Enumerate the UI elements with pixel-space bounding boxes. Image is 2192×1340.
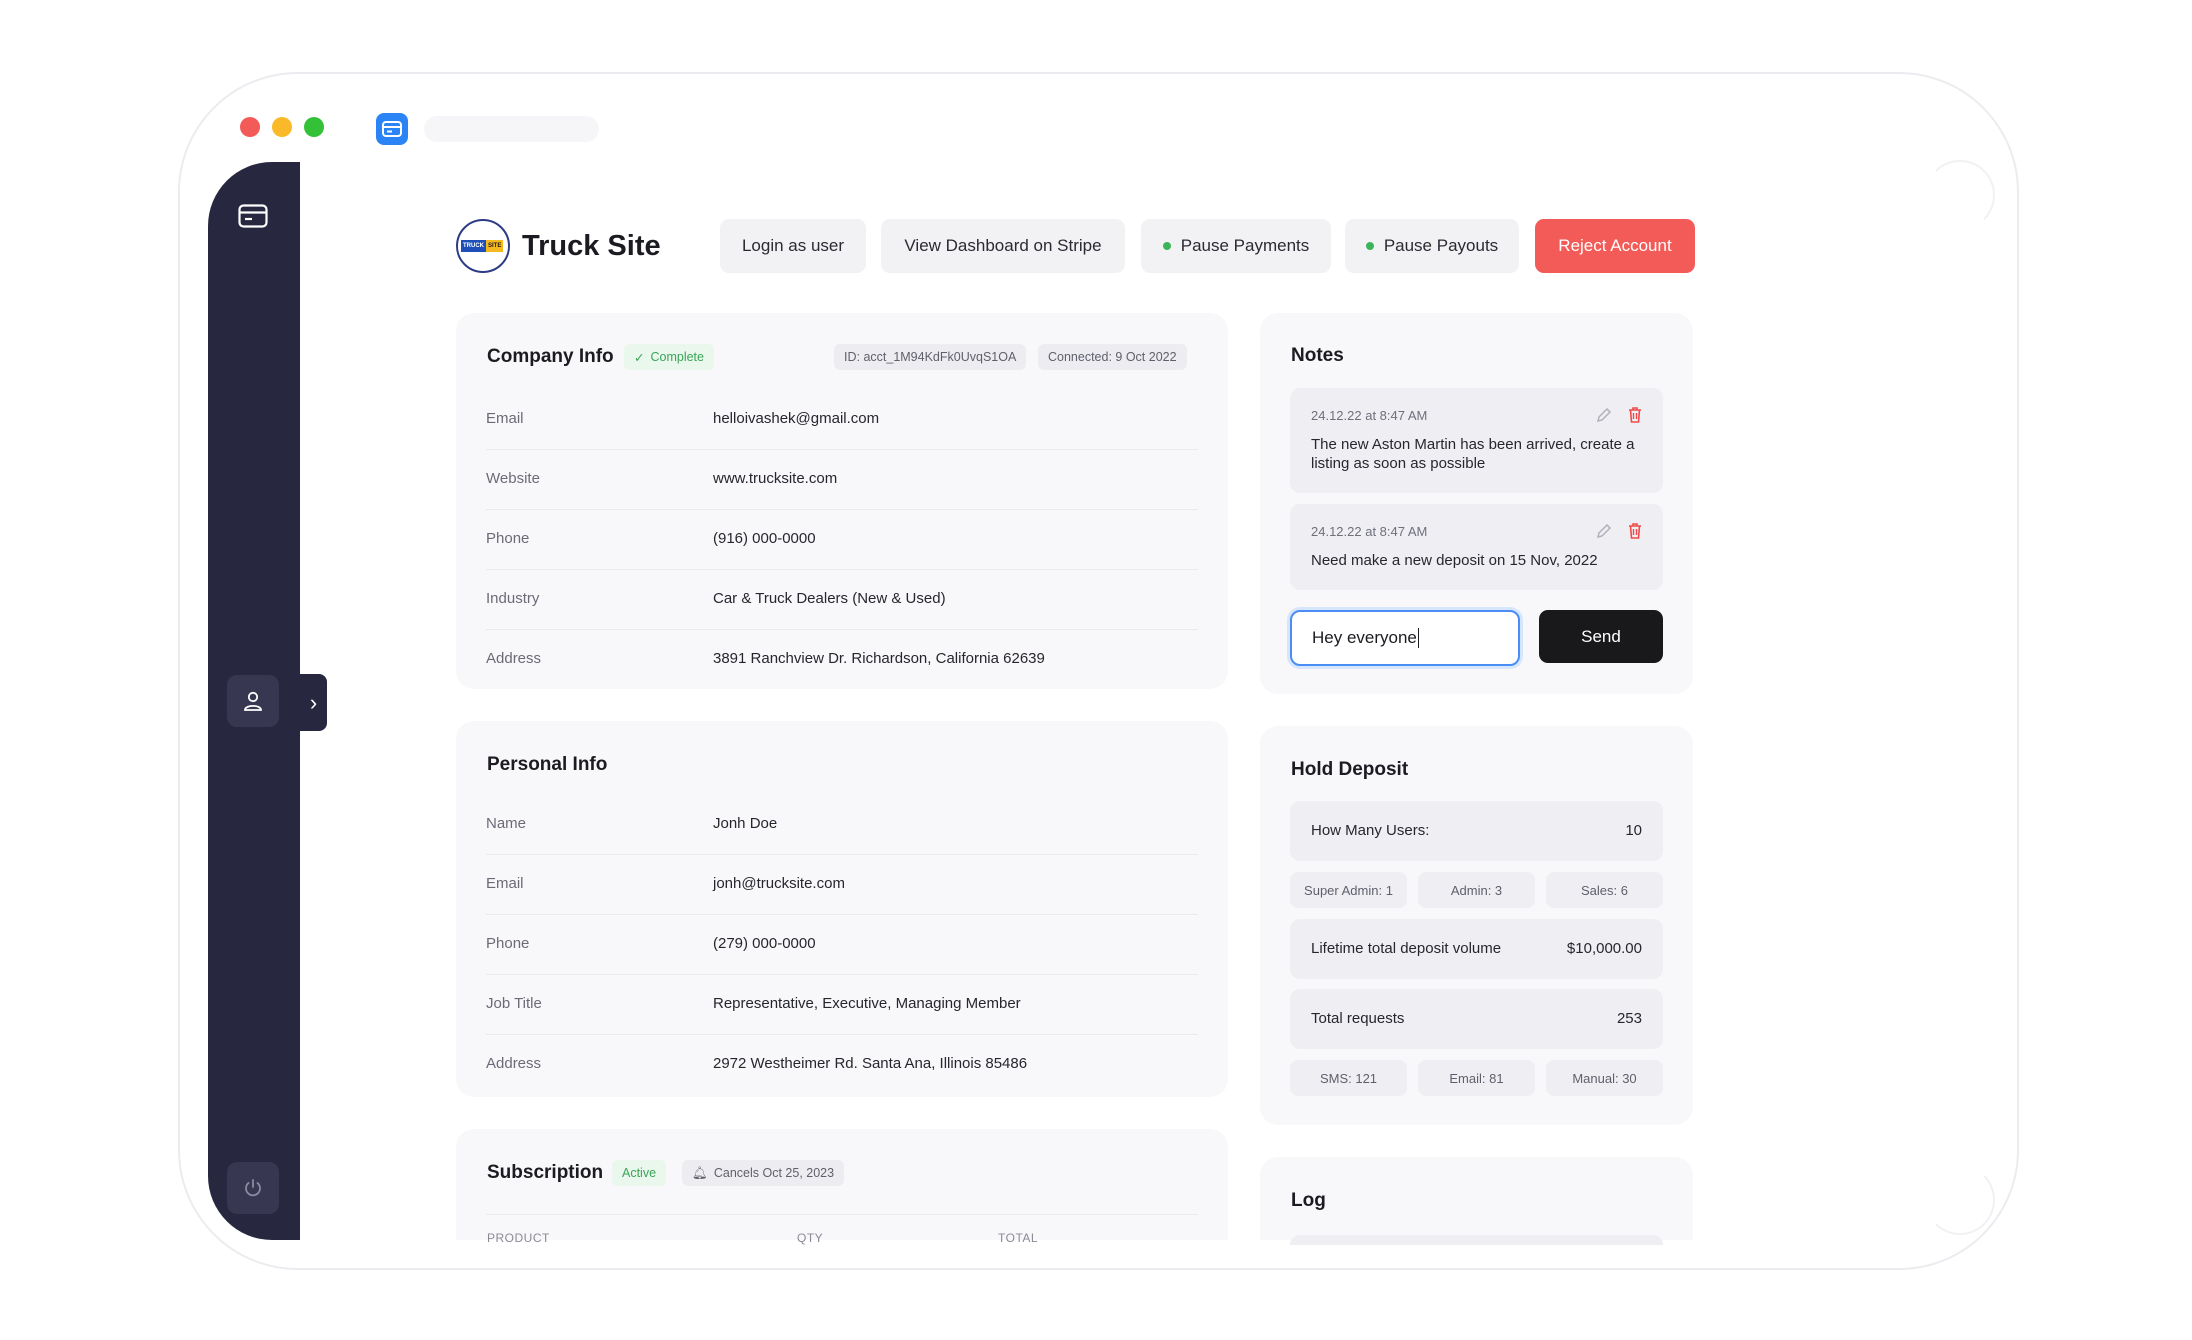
user-icon	[244, 691, 262, 711]
check-icon: ✓	[634, 350, 645, 365]
login-as-user-button[interactable]: Login as user	[720, 219, 866, 273]
personal-info-card: Personal Info Name Jonh Doe Email jonh@tru…	[456, 721, 1228, 1097]
info-row: Address 2972 Westheimer Rd. Santa Ana, Il…	[486, 1055, 1028, 1072]
status-badge: ✓ Complete	[624, 344, 714, 370]
note-text: Need make a new deposit on 15 Nov, 2022	[1311, 552, 1598, 569]
account-id-badge: ID: acct_1M94KdFk0UvqS1OA	[834, 344, 1027, 370]
log-entry	[1290, 1235, 1663, 1245]
notes-title: Notes	[1291, 345, 1344, 366]
send-note-button[interactable]: Send	[1539, 610, 1663, 663]
channel-count-chip: SMS: 121	[1290, 1060, 1407, 1096]
reject-account-button[interactable]: Reject Account	[1535, 219, 1695, 273]
wallet-icon[interactable]	[238, 204, 268, 233]
subscription-card: Subscription Active 🔔︎ Cancels Oct 25, 20…	[456, 1129, 1228, 1240]
window-minimize-button[interactable]	[272, 117, 292, 137]
note-input[interactable]: Hey everyone	[1290, 610, 1520, 666]
logout-button[interactable]	[227, 1162, 279, 1214]
subscription-status-badge: Active	[612, 1160, 667, 1186]
bell-icon: 🔔︎	[692, 1165, 708, 1180]
log-title: Log	[1291, 1190, 1326, 1211]
note-item: 24.12.22 at 8:47 AM The new Aston Martin…	[1290, 388, 1663, 493]
info-row: Website www.trucksite.com	[486, 450, 1198, 510]
info-row: Industry Car & Truck Dealers (New & Used)	[486, 570, 1198, 630]
info-row: Name Jonh Doe	[486, 795, 1198, 855]
connected-date-badge: Connected: 9 Oct 2022	[1038, 344, 1187, 370]
view-stripe-dashboard-button[interactable]: View Dashboard on Stripe	[881, 219, 1125, 273]
note-timestamp: 24.12.22 at 8:47 AM	[1311, 408, 1428, 423]
channel-count-chip: Email: 81	[1418, 1060, 1535, 1096]
edit-icon[interactable]	[1595, 522, 1613, 540]
company-info-title: Company Info	[487, 346, 614, 367]
info-row: Phone (916) 000-0000	[486, 510, 1198, 570]
info-row: Job Title Representative, Executive, Mana…	[486, 975, 1198, 1035]
personal-info-title: Personal Info	[487, 754, 608, 775]
window-close-button[interactable]	[240, 117, 260, 137]
role-count-chip: Super Admin: 1	[1290, 872, 1407, 908]
total-requests-stat: Total requests 253	[1290, 989, 1663, 1049]
lifetime-volume-stat: Lifetime total deposit volume $10,000.00	[1290, 919, 1663, 979]
subscription-title: Subscription	[487, 1162, 604, 1183]
role-count-chip: Admin: 3	[1418, 872, 1535, 908]
status-dot	[1162, 242, 1171, 250]
sidebar-expand-button[interactable]: ›	[300, 674, 327, 731]
channel-count-chip: Manual: 30	[1546, 1060, 1663, 1096]
app-icon	[376, 113, 408, 145]
sidebar	[208, 162, 300, 1240]
status-dot	[1365, 242, 1374, 250]
info-row: Phone (279) 000-0000	[486, 915, 1198, 975]
address-bar[interactable]	[424, 116, 599, 142]
company-info-card: Company Info ✓ Complete ID: acct_1M94KdFk…	[456, 313, 1228, 689]
log-card: Log	[1260, 1157, 1693, 1245]
pause-payments-button[interactable]: Pause Payments	[1141, 219, 1331, 273]
note-timestamp: 24.12.22 at 8:47 AM	[1311, 524, 1428, 539]
role-count-chip: Sales: 6	[1546, 872, 1663, 908]
company-logo: TRUCK SITE	[456, 219, 510, 273]
frame-corner-decoration	[1925, 1165, 1995, 1235]
divider	[486, 1214, 1198, 1215]
chevron-right-icon: ›	[309, 689, 318, 715]
window-maximize-button[interactable]	[304, 117, 324, 137]
text-caret	[1417, 628, 1420, 648]
hold-deposit-title: Hold Deposit	[1291, 759, 1409, 780]
column-header-product: PRODUCT	[487, 1231, 550, 1245]
sidebar-item-users[interactable]	[227, 675, 279, 727]
power-icon	[245, 1179, 261, 1197]
info-row: Email helloivashek@gmail.com	[486, 390, 1198, 450]
page-title: Truck Site	[522, 229, 661, 262]
note-text: The new Aston Martin has been arrived, c…	[1311, 436, 1635, 472]
trash-icon[interactable]	[1627, 522, 1643, 540]
wallet-icon	[382, 121, 402, 137]
column-header-total: TOTAL	[998, 1231, 1039, 1245]
info-row: Email jonh@trucksite.com	[486, 855, 1198, 915]
column-header-qty: QTY	[797, 1231, 824, 1245]
users-count-stat: How Many Users: 10	[1290, 801, 1663, 861]
frame-corner-decoration	[1925, 160, 1995, 230]
cancel-date-badge: 🔔︎ Cancels Oct 25, 2023	[682, 1160, 845, 1186]
note-item: 24.12.22 at 8:47 AM Need make a new depo…	[1290, 504, 1663, 590]
edit-icon[interactable]	[1595, 406, 1613, 424]
company-header: TRUCK SITE Truck Site	[456, 219, 661, 273]
trash-icon[interactable]	[1627, 406, 1643, 424]
info-row: Address 3891 Ranchview Dr. Richardson, Ca…	[486, 650, 1045, 667]
pause-payouts-button[interactable]: Pause Payouts	[1345, 219, 1519, 273]
hold-deposit-card: Hold Deposit How Many Users: 10 Super Adm…	[1260, 726, 1693, 1125]
